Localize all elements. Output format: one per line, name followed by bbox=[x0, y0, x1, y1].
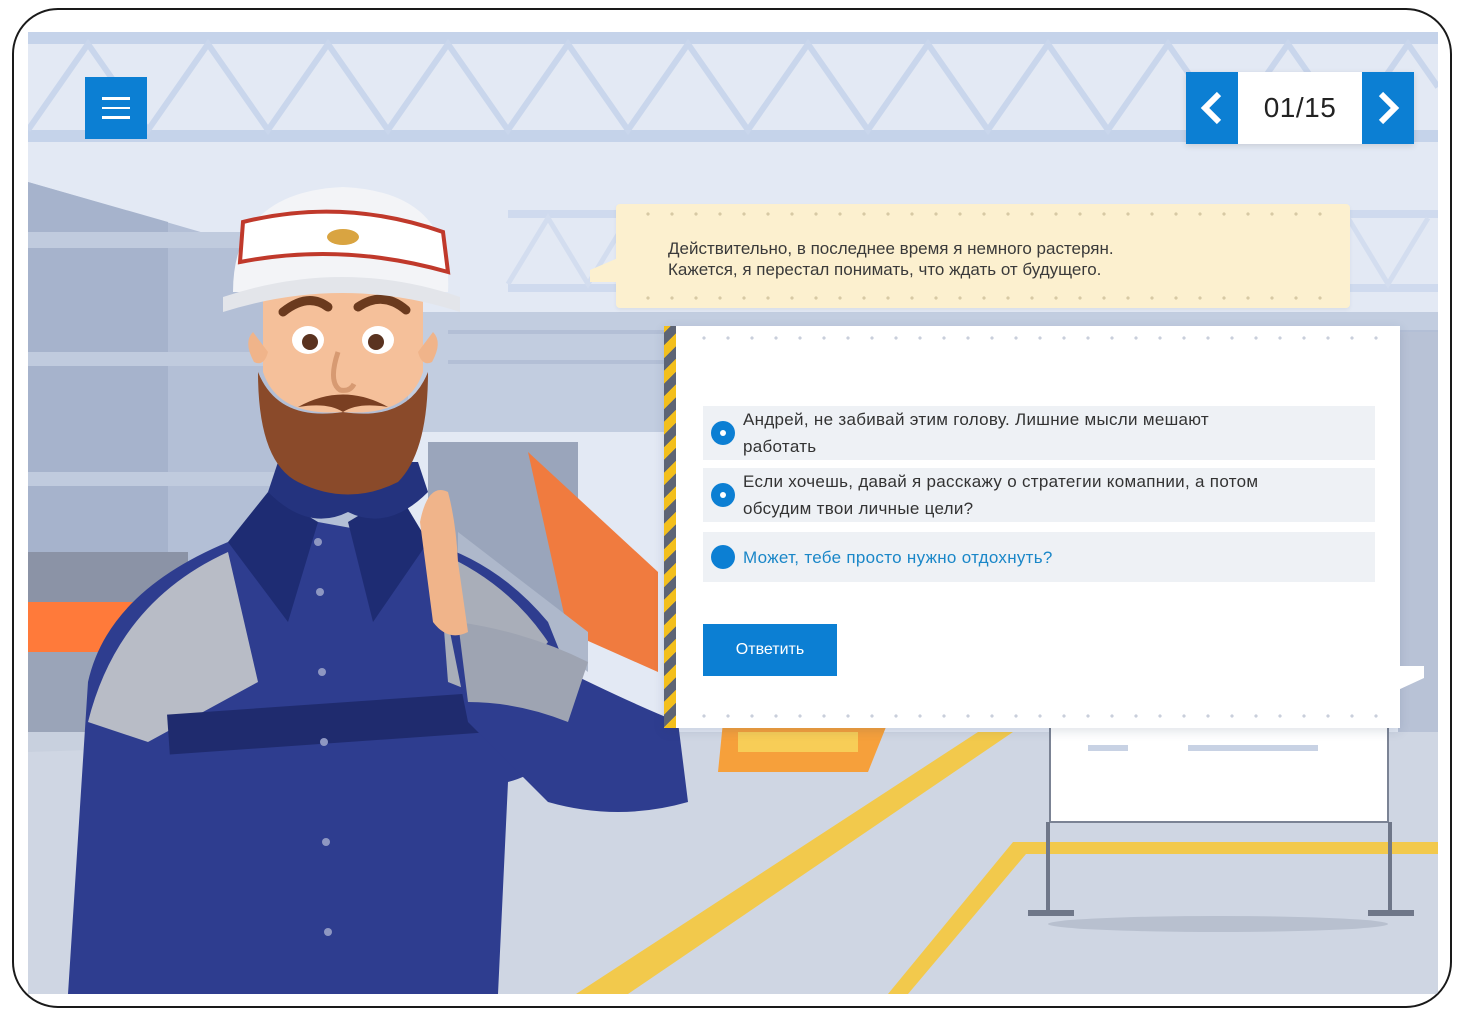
screen-frame: 01/15 Действительно, в последнее время я… bbox=[12, 8, 1452, 1008]
speech-line-2: Кажется, я перестал понимать, что ждать … bbox=[668, 260, 1102, 279]
answer-option-3[interactable]: Может, тебе просто нужно отдохнуть? bbox=[703, 532, 1375, 582]
worker-character-illustration bbox=[68, 187, 688, 994]
menu-button[interactable] bbox=[85, 77, 147, 139]
option-1-line-2: работать bbox=[743, 437, 817, 456]
hazard-stripe bbox=[664, 326, 676, 728]
option-2-line-1: Если хочешь, давай я расскажу о стратеги… bbox=[743, 472, 1259, 491]
character-speech-bubble: Действительно, в последнее время я немно… bbox=[590, 204, 1350, 308]
card-tail bbox=[1398, 666, 1424, 690]
answer-option-1[interactable]: Андрей, не забивай этим голову. Лишние м… bbox=[703, 406, 1375, 460]
radio-selected-icon[interactable] bbox=[711, 545, 735, 569]
scene: 01/15 Действительно, в последнее время я… bbox=[28, 32, 1438, 994]
hamburger-line bbox=[102, 106, 130, 110]
radio-icon[interactable] bbox=[711, 483, 735, 507]
prev-button[interactable] bbox=[1186, 72, 1238, 144]
answer-option-text: Андрей, не забивай этим голову. Лишние м… bbox=[743, 406, 1209, 460]
answer-option-2[interactable]: Если хочешь, давай я расскажу о стратеги… bbox=[703, 468, 1375, 522]
card-dots-top bbox=[692, 336, 1382, 340]
speech-tail bbox=[590, 258, 618, 282]
answer-card: Андрей, не забивай этим голову. Лишние м… bbox=[664, 326, 1424, 728]
speech-text: Действительно, в последнее время я немно… bbox=[668, 238, 1114, 280]
progress-counter: 01/15 bbox=[1238, 72, 1362, 144]
card-dots-bottom bbox=[692, 714, 1382, 718]
answer-option-text: Может, тебе просто нужно отдохнуть? bbox=[743, 547, 1053, 567]
speech-dots-top bbox=[636, 212, 1330, 216]
option-2-line-2: обсудим твои личные цели? bbox=[743, 499, 974, 518]
hamburger-menu-icon bbox=[102, 97, 130, 100]
option-1-line-1: Андрей, не забивай этим голову. Лишние м… bbox=[743, 410, 1210, 429]
next-button[interactable] bbox=[1362, 72, 1414, 144]
question-pager: 01/15 bbox=[1186, 72, 1414, 144]
answer-option-text: Если хочешь, давай я расскажу о стратеги… bbox=[743, 468, 1258, 522]
answer-button[interactable]: Ответить bbox=[703, 624, 837, 676]
speech-line-1: Действительно, в последнее время я немно… bbox=[668, 239, 1114, 258]
hamburger-line bbox=[102, 116, 130, 119]
chevron-right-icon bbox=[1378, 91, 1400, 125]
speech-dots-bottom bbox=[636, 296, 1330, 300]
radio-icon[interactable] bbox=[711, 421, 735, 445]
chevron-left-icon bbox=[1200, 91, 1222, 125]
